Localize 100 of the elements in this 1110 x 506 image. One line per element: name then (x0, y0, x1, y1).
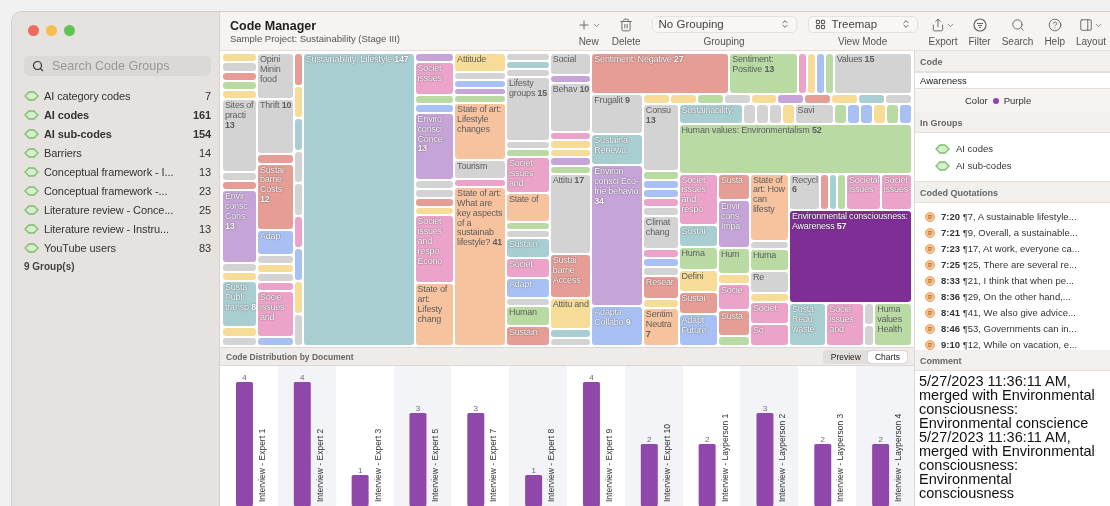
treemap-tile[interactable] (258, 255, 294, 263)
treemap-tile[interactable] (295, 184, 302, 215)
help-button[interactable]: Help (1044, 17, 1065, 47)
treemap-tile[interactable] (697, 95, 723, 104)
treemap-tile[interactable]: Huma values Health (875, 304, 911, 345)
filter-button[interactable]: Filter (968, 17, 991, 47)
treemap-tile[interactable]: State of art: Lifesty chang (415, 283, 454, 345)
treemap-tile[interactable] (829, 174, 837, 209)
treemap-tile[interactable] (258, 337, 294, 345)
treemap-tile[interactable] (550, 132, 591, 140)
treemap-tile[interactable] (506, 70, 549, 77)
view-tab[interactable]: Preview (823, 350, 868, 363)
export-button[interactable]: Export (928, 17, 958, 47)
treemap-tile[interactable]: State of (506, 194, 549, 221)
treemap-tile[interactable] (506, 222, 549, 229)
group-item[interactable]: YouTube users 83 (24, 238, 211, 257)
quotation-item[interactable]: 7:23 ¶17, At work, everyone ca... (941, 243, 1080, 254)
treemap-tile[interactable]: Human (506, 306, 549, 325)
quotation-item[interactable]: 8:36 ¶29, On the other hand,... (941, 291, 1071, 302)
treemap-tile[interactable] (550, 330, 591, 337)
treemap-tile[interactable]: State of art: How can lifesty (750, 174, 788, 240)
treemap-tile[interactable]: Opini Minin food (258, 54, 294, 98)
treemap-tile[interactable] (643, 249, 678, 257)
quotation-item[interactable]: 8:33 ¶21, I think that when pe... (941, 275, 1074, 286)
treemap-tile[interactable] (550, 149, 591, 157)
grouping-select[interactable]: No Grouping (651, 15, 797, 33)
treemap-tile[interactable] (718, 275, 749, 283)
view-tab[interactable]: Charts (867, 350, 907, 363)
treemap-tile[interactable] (258, 155, 294, 163)
treemap-tile[interactable] (864, 304, 874, 324)
treemap-tile[interactable]: State of art: What are key aspects of a sustainab lifestyle? 41 (455, 187, 505, 345)
treemap-tile[interactable]: Attitude (455, 54, 505, 72)
treemap-tile[interactable] (415, 189, 454, 197)
treemap-tile[interactable] (550, 338, 591, 346)
treemap-tile[interactable]: Values 15 (834, 54, 912, 94)
treemap-tile[interactable] (223, 63, 256, 71)
treemap-tile[interactable]: Social (550, 54, 591, 74)
treemap-tile[interactable] (223, 273, 256, 281)
treemap-tile[interactable]: Defini (679, 270, 717, 292)
treemap-tile[interactable] (506, 230, 549, 237)
group-item[interactable]: Literature review - Instru... 13 (24, 219, 211, 238)
treemap-tile[interactable] (550, 75, 591, 83)
treemap-tile[interactable] (886, 95, 912, 104)
treemap-tile[interactable] (643, 95, 669, 104)
treemap-tile[interactable] (807, 54, 815, 94)
treemap-tile[interactable] (223, 182, 256, 190)
treemap-tile[interactable]: Hum (718, 249, 749, 274)
view-mode-select[interactable]: Treemap (807, 15, 918, 33)
treemap-tile[interactable] (506, 62, 549, 69)
group-item[interactable]: AI sub-codes 154 (24, 124, 211, 143)
treemap-tile[interactable] (643, 172, 678, 180)
treemap-tile[interactable] (415, 104, 454, 112)
treemap-tile[interactable] (415, 54, 454, 61)
treemap-tile[interactable] (223, 72, 256, 80)
treemap-tile[interactable] (643, 258, 678, 266)
treemap-tile[interactable] (756, 105, 768, 124)
treemap-tile[interactable] (415, 207, 454, 215)
treemap-tile[interactable]: Attitu 17 (550, 175, 591, 254)
treemap-tile[interactable] (295, 281, 302, 313)
layout-button[interactable]: Layout (1075, 17, 1106, 47)
treemap-tile[interactable] (295, 249, 302, 280)
treemap-tile[interactable] (455, 73, 505, 79)
quotation-item[interactable]: 8:41 ¶41, We also give advice... (941, 307, 1076, 318)
treemap-tile[interactable] (455, 96, 505, 103)
quotation-item[interactable]: 7:20 ¶7, A sustainable lifestyle... (941, 211, 1077, 222)
minimize-button[interactable] (46, 25, 57, 36)
treemap-tile[interactable] (295, 216, 302, 248)
treemap-tile[interactable] (295, 86, 302, 118)
treemap-tile[interactable] (506, 298, 549, 305)
treemap-tile[interactable]: Huma (679, 248, 717, 269)
treemap-tile[interactable] (643, 300, 678, 307)
treemap-tile[interactable] (223, 81, 256, 90)
treemap-tile[interactable]: Environmental consciousness: Awareness 57 (789, 210, 911, 303)
treemap-tile[interactable] (506, 142, 549, 149)
treemap-tile[interactable] (415, 198, 454, 206)
treemap-tile[interactable] (455, 88, 505, 95)
treemap-tile[interactable] (506, 54, 549, 60)
treemap-tile[interactable] (223, 172, 256, 181)
treemap-tile[interactable] (223, 54, 256, 62)
treemap-tile[interactable] (223, 328, 256, 336)
group-item[interactable]: AI category codes 7 (24, 86, 211, 105)
treemap-tile[interactable]: State of art: Lifestyle changes (455, 104, 505, 159)
treemap-tile[interactable] (805, 95, 831, 104)
treemap-tile[interactable] (821, 174, 828, 209)
treemap-tile[interactable] (887, 105, 899, 124)
treemap-tile[interactable] (415, 181, 454, 188)
treemap-tile[interactable] (751, 95, 777, 104)
treemap-tile[interactable] (670, 95, 696, 104)
treemap-tile[interactable] (295, 54, 302, 85)
treemap-tile[interactable] (643, 181, 678, 189)
close-button[interactable] (28, 25, 39, 36)
treemap-tile[interactable]: Human values: Environmentalism 52 (679, 125, 911, 173)
treemap-tile[interactable] (718, 337, 749, 345)
treemap-tile[interactable] (643, 267, 678, 275)
treemap-tile[interactable] (835, 105, 847, 124)
treemap-tile[interactable] (848, 105, 860, 124)
treemap-tile[interactable] (223, 337, 256, 345)
group-name[interactable]: AI sub-codes (956, 160, 1012, 171)
quotation-item[interactable]: 7:21 ¶9, Overall, a sustainable... (941, 227, 1078, 238)
code-name-field[interactable]: Awareness (915, 72, 1110, 89)
